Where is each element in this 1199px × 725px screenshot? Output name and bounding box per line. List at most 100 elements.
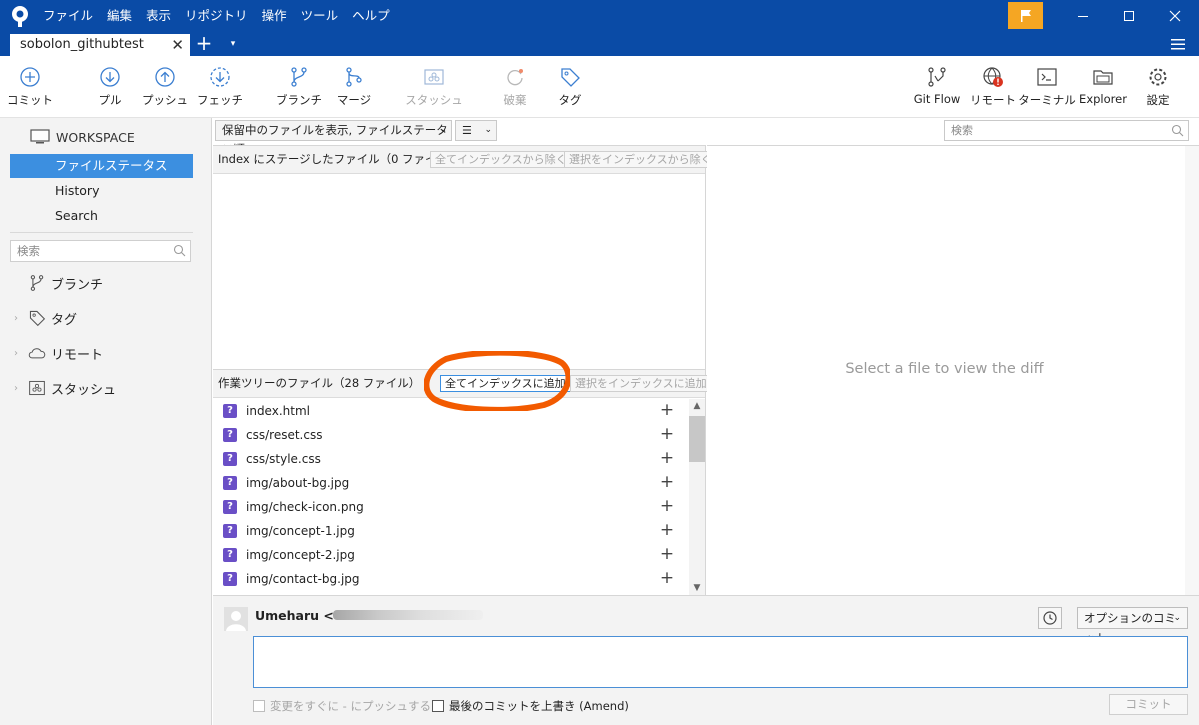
stage-file-plus-icon[interactable]: + [659,570,675,587]
pull-label: プル [98,93,122,107]
file-row[interactable]: ? img/check-icon.png + [213,495,685,519]
remote-button[interactable]: リモート [963,66,1023,112]
stage-file-plus-icon[interactable]: + [659,474,675,491]
monitor-icon [30,129,50,144]
file-list-scrollbar[interactable]: ▲ ▼ [689,399,705,595]
tag-label: タグ [558,93,582,107]
sidebar-stashes-label: スタッシュ [51,382,117,398]
sidebar-group-branches[interactable]: ブランチ [14,272,103,294]
stage-file-plus-icon[interactable]: + [659,402,675,419]
checkbox-box[interactable] [253,700,265,712]
sidebar-item-search[interactable]: Search [10,204,193,228]
minimize-icon [1078,16,1088,17]
menu-file[interactable]: ファイル [36,0,100,32]
file-name: img/contact-bg.jpg [246,572,360,586]
file-row[interactable]: ? css/reset.css + [213,423,685,447]
branch-button[interactable]: ブランチ [269,66,329,112]
settings-button[interactable]: 設定 [1128,66,1188,112]
commit-submit-button[interactable]: コミット [1109,694,1188,715]
unstage-all-button[interactable]: 全てインデックスから除く [430,151,572,168]
stage-file-plus-icon[interactable]: + [659,450,675,467]
discard-button[interactable]: 破棄 [485,66,545,112]
commit-options-select[interactable]: オプションのコミット ⌄ [1077,607,1188,645]
file-row[interactable]: ? index.html + [213,399,685,423]
file-filter-select[interactable]: 保留中のファイルを表示, ファイルステータス順 ⌄ [215,120,452,156]
close-window-button[interactable] [1152,0,1198,32]
stage-all-button[interactable]: 全てインデックスに追加 [440,375,571,392]
file-name: img/about-bg.jpg [246,476,350,490]
working-tree-title: 作業ツリーのファイル（28 ファイル） [218,376,421,390]
tab-close-icon[interactable]: ✕ [171,34,184,56]
discard-icon [507,69,523,86]
tag-button[interactable]: タグ [540,66,600,112]
file-search-input[interactable]: 検索 [944,120,1189,141]
file-row[interactable]: ? css/style.css + [213,447,685,471]
sidebar-search-input[interactable]: 検索 [10,240,191,262]
stage-file-plus-icon[interactable]: + [659,426,675,443]
fetch-button[interactable]: フェッチ [190,66,250,112]
flag-button[interactable] [1008,2,1043,29]
sidebar-item-history[interactable]: History [10,179,193,203]
menu-actions[interactable]: 操作 [255,0,294,32]
pull-arrow-down-icon [100,67,120,87]
sidebar: WORKSPACE ファイルステータス History Search 検索 ブラ… [0,118,212,725]
commit-message-input[interactable] [253,636,1188,688]
push-arrow-up-icon [155,67,175,87]
amend-checkbox[interactable]: 最後のコミットを上書き (Amend) [432,698,629,714]
push-button[interactable]: プッシュ [135,66,195,112]
sidebar-group-stashes[interactable]: › スタッシュ [14,377,116,399]
merge-icon [346,67,362,87]
hamburger-menu-icon[interactable] [1168,34,1188,54]
sidebar-group-tags[interactable]: › タグ [14,307,77,329]
menu-tools[interactable]: ツール [294,0,346,32]
maximize-icon [1124,11,1134,21]
commit-history-button[interactable] [1038,607,1062,629]
push-label: プッシュ [142,93,188,107]
repo-tab[interactable]: sobolon_githubtest ✕ [10,34,190,56]
menu-edit[interactable]: 編集 [100,0,139,32]
file-row[interactable]: ? img/contact-bg.jpg + [213,567,685,591]
push-immediately-checkbox[interactable]: 変更をすぐに - にプッシュする [253,698,431,714]
scroll-up-icon[interactable]: ▲ [689,399,705,413]
view-mode-select[interactable]: ☰ ⌄ [455,120,497,141]
stash-button[interactable]: スタッシュ [404,66,464,112]
checkbox-box[interactable] [432,700,444,712]
file-name: img/check-icon.png [246,500,364,514]
chevron-down-icon: ⌄ [1173,613,1181,623]
gitflow-button[interactable]: Git Flow [907,66,967,112]
stage-selected-button[interactable]: 選択をインデックスに追加 [570,375,712,392]
diff-scrollbar[interactable] [1185,146,1199,596]
explorer-button[interactable]: Explorer [1073,66,1133,112]
chevron-right-icon[interactable]: › [14,383,28,394]
file-row[interactable]: ? img/concept-1.jpg + [213,519,685,543]
stage-file-plus-icon[interactable]: + [659,522,675,539]
terminal-button[interactable]: ターミナル [1017,66,1077,112]
sidebar-group-remotes[interactable]: › リモート [14,342,103,364]
commit-button[interactable]: コミット [0,66,60,112]
menu-repository[interactable]: リポジトリ [178,0,255,32]
merge-button[interactable]: マージ [324,66,384,112]
tab-dropdown-button[interactable]: ▾ [224,32,242,56]
file-row[interactable]: ? img/concept-2.jpg + [213,543,685,567]
menu-help[interactable]: ヘルプ [345,0,397,32]
chevron-right-icon[interactable]: › [14,348,28,359]
commit-label: コミット [7,93,53,107]
minimize-button[interactable] [1060,0,1106,32]
scrollbar-thumb[interactable] [689,416,705,462]
file-row[interactable]: ? img/about-bg.jpg + [213,471,685,495]
pull-button[interactable]: プル [80,66,140,112]
remote-label: リモート [970,93,1016,107]
unstage-selected-button[interactable]: 選択をインデックスから除く [564,151,717,168]
maximize-button[interactable] [1106,0,1152,32]
new-tab-button[interactable]: + [193,32,215,56]
chevron-right-icon[interactable]: › [14,313,28,324]
menu-view[interactable]: 表示 [139,0,178,32]
scroll-down-icon[interactable]: ▼ [689,581,705,595]
untracked-question-icon: ? [223,500,237,514]
stage-file-plus-icon[interactable]: + [659,498,675,515]
sidebar-item-file-status[interactable]: ファイルステータス [10,154,193,178]
commit-plus-icon [20,67,40,87]
stage-file-plus-icon[interactable]: + [659,546,675,563]
commit-author: Umeharu < [255,608,334,623]
search-icon [1171,124,1184,137]
